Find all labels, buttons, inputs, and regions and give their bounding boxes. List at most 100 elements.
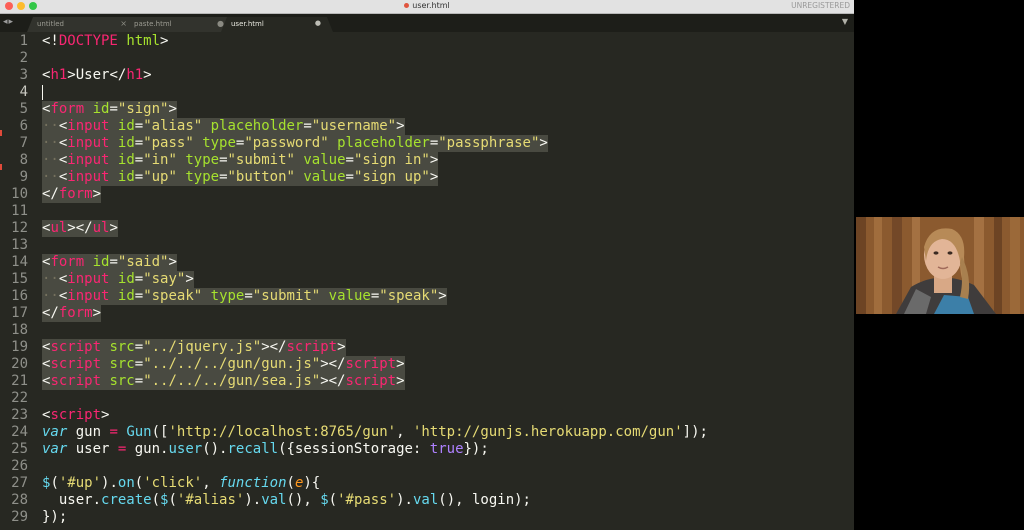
code-line[interactable]: 3 <h1>User</h1> [0, 67, 854, 84]
code-text: ··<input id="in" type="submit" value="si… [42, 152, 439, 169]
code-line[interactable]: 14 <form id="said"> [0, 254, 854, 271]
code-line[interactable]: 9 ··<input id="up" type="button" value="s… [0, 169, 854, 186]
text-cursor [42, 85, 43, 100]
line-number: 20 [11, 356, 28, 372]
code-line[interactable]: 7 ··<input id="pass" type="password" plac… [0, 135, 854, 152]
code-line[interactable]: 11 [0, 203, 854, 220]
code-token: "password" [244, 135, 329, 151]
code-token: ·· [42, 271, 59, 287]
line-number: 12 [11, 220, 28, 236]
line-number: 16 [11, 288, 28, 304]
code-line[interactable]: 2 [0, 50, 854, 67]
code-token: = [134, 118, 144, 134]
code-token: ·· [42, 135, 59, 151]
code-line[interactable]: 1 <!DOCTYPE html> [0, 33, 854, 50]
code-token: input [67, 271, 110, 287]
code-token: ( [286, 475, 295, 491]
code-token: gun [67, 424, 110, 440]
tab-user-html[interactable]: user.html ● [221, 17, 333, 32]
code-token: "../jquery.js" [143, 339, 262, 355]
code-token: id [117, 271, 135, 287]
line-number: 13 [11, 237, 28, 253]
code-token: >User</ [67, 67, 127, 83]
code-line[interactable]: 22 [0, 390, 854, 407]
code-line[interactable]: 27 $('#up').on('click', function(e){ [0, 475, 854, 492]
code-line[interactable]: 16 ··<input id="speak" type="submit" valu… [0, 288, 854, 305]
code-token: DOCTYPE [58, 33, 118, 49]
code-text: <script> [42, 407, 109, 424]
line-number: 4 [19, 84, 28, 100]
code-token: "submit" [227, 152, 295, 168]
chevron-right-icon[interactable]: ▸ [9, 17, 15, 27]
code-token: }); [463, 441, 489, 457]
code-line[interactable]: 12 <ul></ul> [0, 220, 854, 237]
code-token: > [160, 33, 169, 49]
code-line[interactable]: 6 ··<input id="alias" placeholder="userna… [0, 118, 854, 135]
code-token: function [219, 475, 287, 491]
code-token: = [109, 424, 118, 440]
code-token: input [67, 135, 110, 151]
line-number: 3 [19, 67, 28, 83]
code-line[interactable]: 17 </form> [0, 305, 854, 322]
code-area[interactable]: 1 <!DOCTYPE html> 2 3 <h1>User</h1> 4 5 <form i… [0, 32, 854, 530]
code-line[interactable]: 21 <script src="../../../gun/sea.js"></sc… [0, 373, 854, 390]
code-text: ··<input id="speak" type="submit" value=… [42, 288, 447, 305]
code-token: 'click' [143, 475, 203, 491]
code-line[interactable]: 18 [0, 322, 854, 339]
code-text: <form id="sign"> [42, 101, 177, 118]
code-token: input [67, 169, 110, 185]
line-number: 26 [11, 458, 28, 474]
code-line[interactable]: 29}); [0, 509, 854, 526]
code-line[interactable]: 23 <script> [0, 407, 854, 424]
modified-line-marker [0, 164, 2, 170]
tab-nav[interactable]: ◂▸ [3, 17, 14, 27]
code-token: = [219, 152, 228, 168]
code-line[interactable]: 13 [0, 237, 854, 254]
line-number: 25 [11, 441, 28, 457]
code-text: $('#up').on('click', function(e){ [42, 475, 320, 492]
code-token: = [134, 271, 144, 287]
code-line[interactable]: 25 var user = gun.user().recall({sessionS… [0, 441, 854, 458]
window-title: user.html [412, 1, 450, 10]
code-token: html [126, 33, 161, 49]
code-text: ··<input id="say"> [42, 271, 194, 288]
code-token: ( [328, 492, 338, 508]
code-line[interactable]: 10 </form> [0, 186, 854, 203]
code-token: = [429, 135, 439, 151]
code-line[interactable]: 24 var gun = Gun(['http://localhost:8765/… [0, 424, 854, 441]
code-token: id [117, 288, 135, 304]
code-token: = [134, 339, 144, 355]
code-line[interactable]: 26 [0, 458, 854, 475]
code-text: ··<input id="up" type="button" value="si… [42, 169, 439, 186]
code-token: "sign" [117, 101, 169, 117]
line-number: 2 [19, 50, 28, 66]
code-token: "said" [117, 254, 169, 270]
tab-dirty-icon[interactable]: ● [315, 19, 321, 27]
code-token: = [134, 152, 144, 168]
tab-label: paste.html [134, 20, 172, 28]
code-line[interactable]: 28 user.create($('#alias').val(), $('#pa… [0, 492, 854, 509]
line-number: 19 [11, 339, 28, 355]
code-token: true [429, 441, 464, 457]
code-token: = [303, 118, 312, 134]
code-line[interactable]: 5 <form id="sign"> [0, 101, 854, 118]
tab-close-icon[interactable]: × [120, 19, 127, 28]
person-on-webcam [856, 217, 1024, 314]
code-token: id [92, 254, 110, 270]
code-line[interactable]: 4 [0, 84, 854, 101]
code-line[interactable]: 20 <script src="../../../gun/gun.js"></sc… [0, 356, 854, 373]
tab-dirty-icon[interactable]: ● [217, 19, 224, 28]
tab-paste-html[interactable]: paste.html ● [124, 17, 236, 32]
code-token: ( [168, 492, 177, 508]
code-token: > [429, 152, 439, 168]
tab-untitled[interactable]: untitled × [27, 17, 139, 32]
code-line[interactable]: 19 <script src="../jquery.js"></script> [0, 339, 854, 356]
code-token: ·· [42, 152, 59, 168]
code-line[interactable]: 15 ··<input id="say"> [0, 271, 854, 288]
code-token: '#alias' [176, 492, 245, 508]
tab-dropdown-icon[interactable]: ▼ [842, 17, 848, 26]
code-line[interactable]: 8 ··<input id="in" type="submit" value="s… [0, 152, 854, 169]
